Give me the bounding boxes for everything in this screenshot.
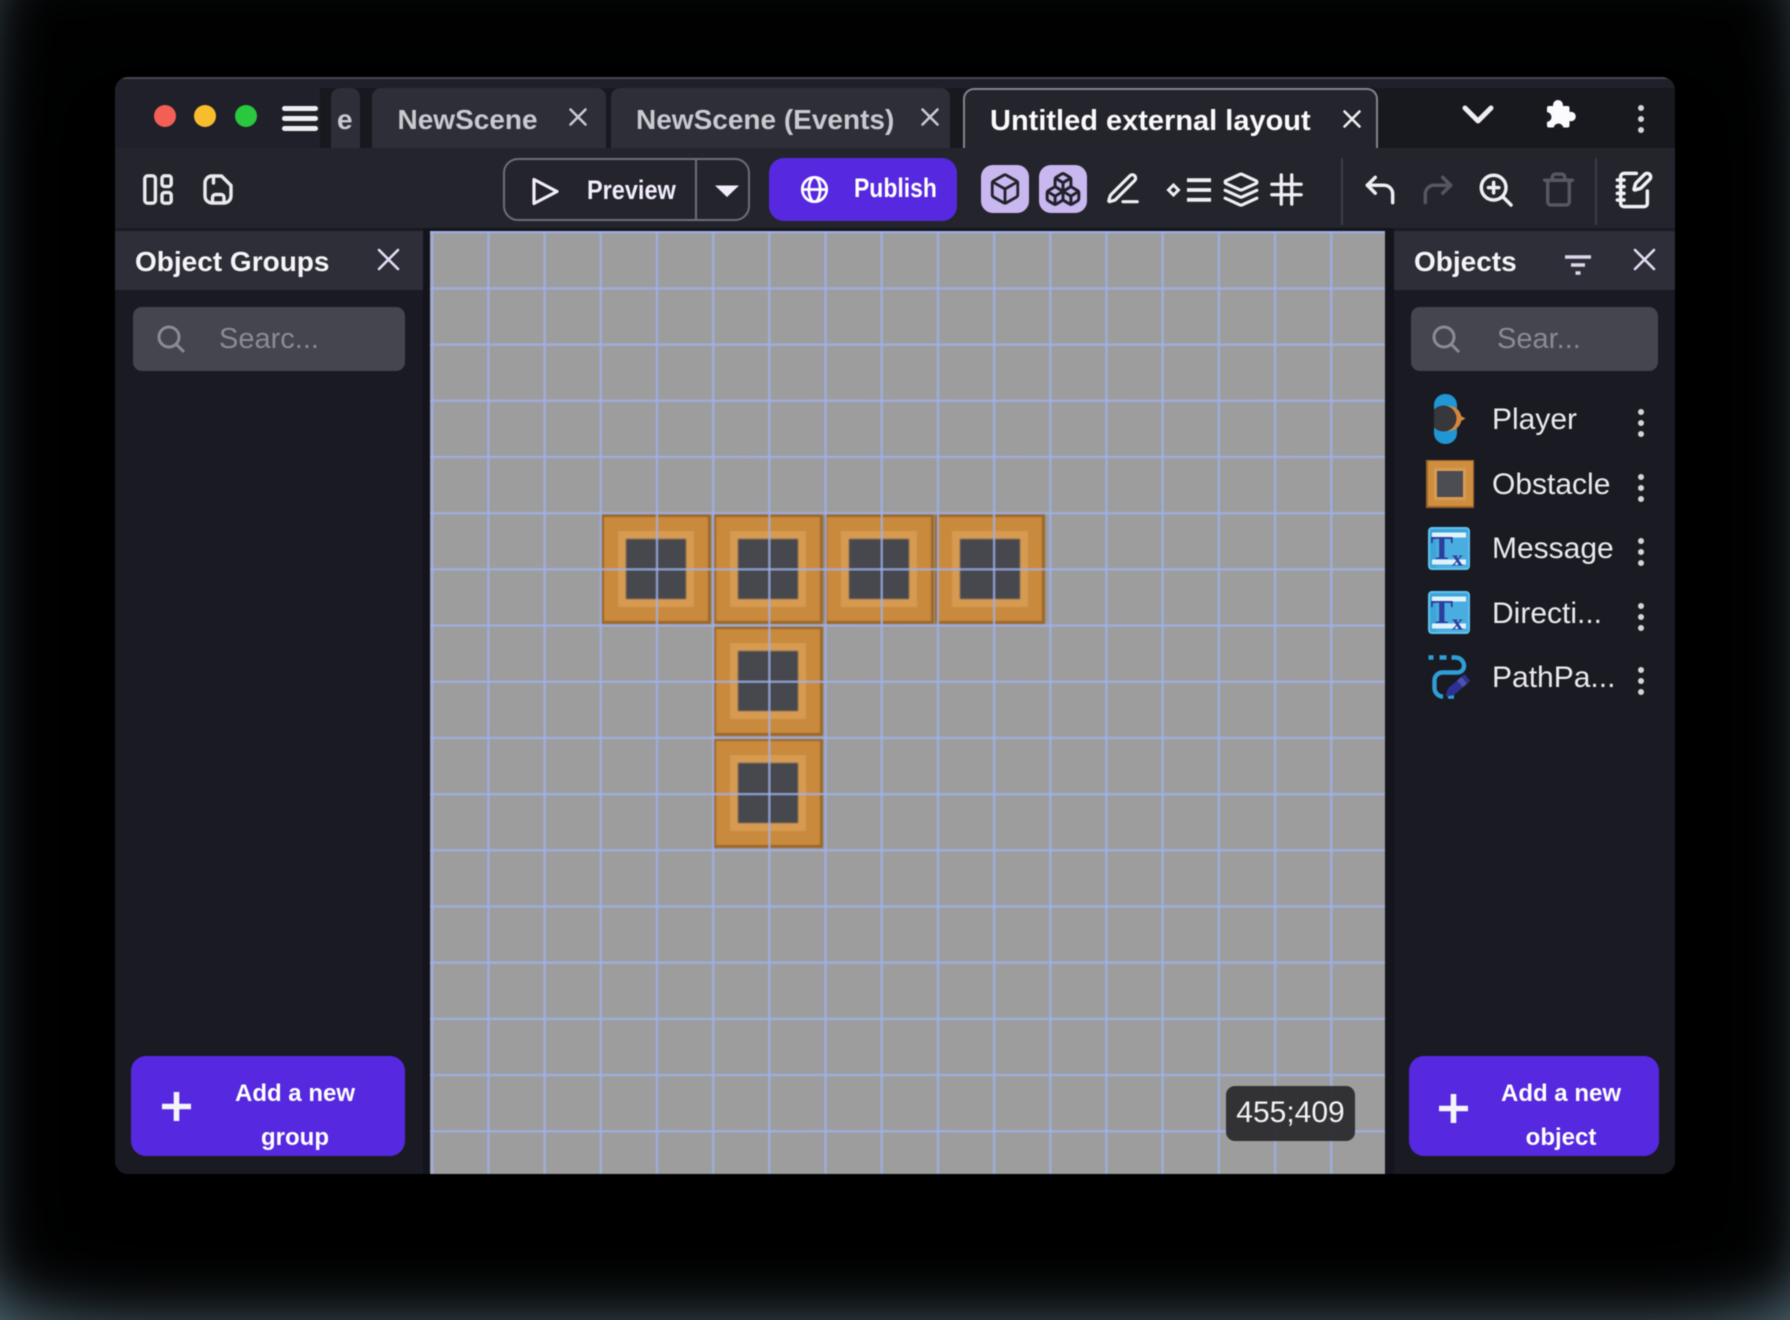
- svg-text:T: T: [1431, 594, 1454, 631]
- svg-text:x: x: [1452, 610, 1463, 635]
- svg-text:x: x: [1452, 545, 1463, 570]
- svg-text:T: T: [1431, 530, 1454, 567]
